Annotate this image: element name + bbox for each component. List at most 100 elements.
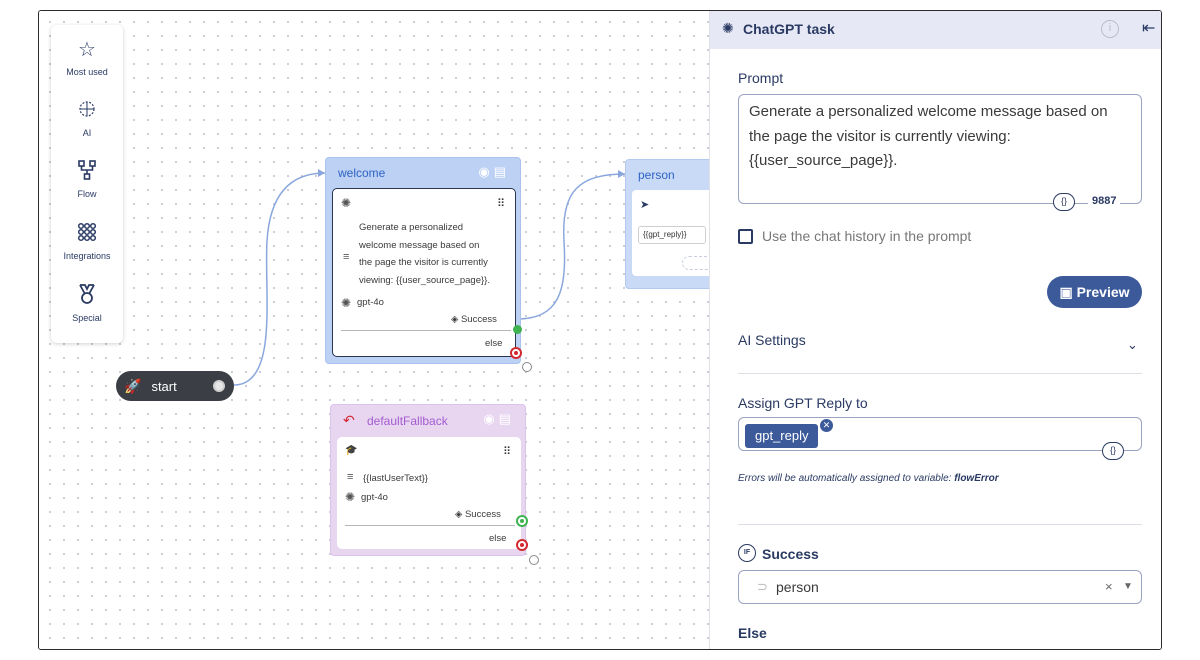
app-frame: ☆ Most used AI Flow Integrations Special… [38,10,1162,650]
palette-label: Most used [66,67,108,77]
welcome-model: gpt-4o [357,297,384,308]
divider [345,525,515,526]
welcome-success-label: ◈ Success [451,314,497,325]
prompt-label: Prompt [738,70,784,86]
palette-most-used[interactable]: ☆ Most used [51,37,123,77]
if-icon: IF [738,544,756,562]
welcome-output-port[interactable] [522,362,532,372]
info-icon[interactable]: i [1101,20,1119,38]
welcome-else-port[interactable] [510,347,522,359]
ai-brain-icon[interactable]: ◉ [483,411,498,426]
assign-variable-field[interactable]: gpt_reply ✕ {} [738,417,1142,460]
fallback-success-label: ◈ Success [455,509,501,520]
palette-label: Special [72,313,102,323]
palette-label: AI [82,128,92,138]
undo-icon: ↶ [343,412,355,428]
person-node[interactable]: person ➤ {{gpt_reply}} [625,159,709,289]
ai-settings-label[interactable]: AI Settings [738,332,806,348]
start-node[interactable]: 🚀 start [116,371,234,401]
chatgpt-logo-icon: ✺ [345,490,356,504]
fallback-node-card[interactable]: 🎓 ⠿ ≡ {{lastUserText}} ✺ gpt-4o ◈ Succes… [337,437,521,549]
palette-ai[interactable]: AI [51,98,123,138]
node-actions: ◉▤ [478,164,510,180]
text-lines-icon: ≡ [343,251,350,263]
chat-history-checkbox[interactable] [738,229,753,244]
welcome-node-title: welcome [338,166,386,180]
step-icon: ⊃ [757,579,768,594]
drag-grip-icon[interactable]: ⠿ [503,445,511,458]
welcome-node-card[interactable]: ✺ ⠿ ≡ Generate a personalized welcome me… [332,188,516,357]
divider [738,373,1142,374]
chatgpt-logo-icon: ✺ [341,296,352,310]
text-lines-icon: ≡ [347,471,354,483]
special-icon [51,283,123,309]
divider [738,524,1142,525]
assign-reply-label: Assign GPT Reply to [738,395,868,411]
panel-header: ✺ ChatGPT task i ⇤ [710,11,1161,49]
start-label: start [151,378,177,394]
node-palette: ☆ Most used AI Flow Integrations Special [51,25,123,343]
note-icon[interactable]: ▤ [494,164,510,179]
panel-title: ChatGPT task [743,21,835,37]
fallback-else-port[interactable] [516,539,528,551]
ai-brain-icon[interactable]: ◉ [478,164,493,179]
integrations-icon [51,221,123,247]
fallback-model: gpt-4o [361,492,388,503]
add-button-placeholder[interactable] [682,256,709,270]
variable-chip: gpt_reply [745,424,819,448]
start-output-port[interactable] [213,380,225,392]
success-target-value: person [776,579,819,595]
clear-icon[interactable]: × [1105,579,1113,594]
fallback-node-title: defaultFallback [367,414,448,428]
welcome-node[interactable]: welcome ◉▤ ✺ ⠿ ≡ Generate a personalized… [325,157,532,372]
palette-label: Integrations [63,251,111,261]
node-actions: ◉▤ [483,411,515,427]
drag-grip-icon[interactable]: ⠿ [497,197,505,210]
character-counter: 9887 [1088,195,1121,207]
chevron-down-icon[interactable]: ⌄ [1127,337,1138,353]
success-label: Success [762,546,819,562]
insert-variable-button[interactable]: {} [1102,442,1124,460]
welcome-else-label: else [485,338,503,349]
collapse-panel-icon[interactable]: ⇤ [1142,18,1155,38]
preview-icon: ▣ [1059,284,1073,300]
note-icon[interactable]: ▤ [499,411,515,426]
errors-note: Errors will be automatically assigned to… [738,473,999,484]
fallback-success-port[interactable] [516,515,528,527]
welcome-success-port[interactable] [513,325,522,334]
insert-variable-button[interactable]: {} [1053,193,1075,211]
chatgpt-logo-icon: ✺ [722,20,734,36]
preview-label: Preview [1076,284,1130,300]
fallback-else-label: else [489,533,507,544]
flow-canvas[interactable]: ☆ Most used AI Flow Integrations Special… [39,11,709,649]
wire-welcome-person [516,173,626,320]
wire-start-welcome [233,172,326,386]
success-target-select[interactable]: ⊃ person × ▼ [738,570,1142,604]
wire-arrow-welcome [318,169,325,177]
palette-integrations[interactable]: Integrations [51,221,123,261]
send-icon: ➤ [640,199,650,211]
star-icon: ☆ [78,39,96,61]
else-label: Else [738,625,767,641]
chat-history-label: Use the chat history in the prompt [762,228,972,244]
fallback-node-text: {{lastUserText}} [363,473,428,484]
divider [341,330,511,331]
person-node-card[interactable]: ➤ {{gpt_reply}} [632,190,709,276]
ai-brain-icon [51,98,123,124]
palette-special[interactable]: Special [51,283,123,323]
fallback-node[interactable]: ↶ defaultFallback ◉▤ 🎓 ⠿ ≡ {{lastUserTex… [330,404,539,565]
palette-flow[interactable]: Flow [51,159,123,199]
person-node-title: person [638,168,675,182]
chatgpt-logo-icon: ✺ [341,196,352,210]
palette-label: Flow [77,189,97,199]
welcome-node-prompt: Generate a personalized welcome message … [359,222,490,286]
graduation-cap-icon: 🎓 [345,445,358,456]
caret-down-icon[interactable]: ▼ [1123,581,1133,592]
preview-button[interactable]: ▣ Preview [1047,276,1142,308]
prompt-textarea[interactable]: Generate a personalized welcome message … [738,94,1142,204]
wire-arrow-person [618,170,625,178]
rocket-icon: 🚀 [124,377,142,394]
flow-icon [51,159,123,185]
fallback-output-port[interactable] [529,555,539,565]
remove-chip-icon[interactable]: ✕ [819,418,834,433]
